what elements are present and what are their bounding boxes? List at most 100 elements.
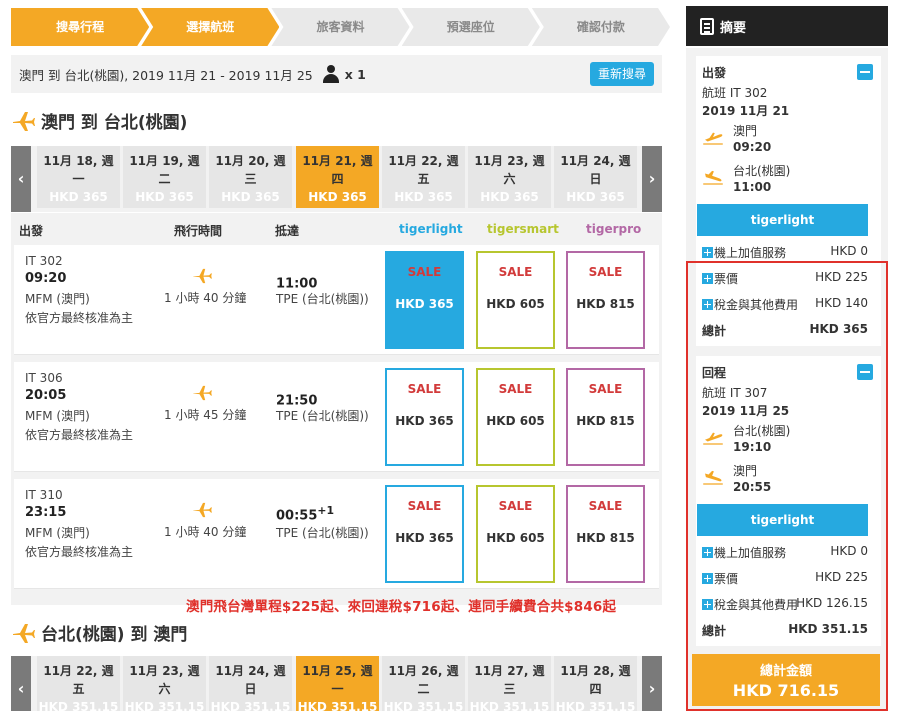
inbound-title: 台北(桃園) 到 澳門 [41,625,188,645]
date-cell[interactable]: 11月 23, 週六 HKD 365 [468,146,551,208]
step-seat-selection: 預選座位 [402,8,540,46]
depart-airport: MFM (澳門) [25,292,90,306]
flight-number: IT 302 [25,254,63,268]
flight-duration: 1 小時 45 分鐘 [164,408,247,422]
col-duration: 飛行時間 [174,224,223,238]
carousel-next-button[interactable]: › [642,146,662,212]
step-search[interactable]: 搜尋行程 [11,8,149,46]
plus-icon[interactable] [702,247,713,258]
arrive-time: 00:55+1 [276,504,334,524]
flight-row: IT 306 20:05 MFM (澳門) 依官方最終核准為主 1 小時 45 … [14,362,659,472]
approval-note: 依官方最終核准為主 [25,545,134,559]
passenger-icon [322,65,339,83]
step-payment: 確認付款 [532,8,670,46]
col-arrive: 抵達 [275,224,300,238]
depart-time: 09:20 [25,271,67,286]
fare-tigerpro[interactable]: SALE HKD 815 [566,251,645,349]
approval-note: 依官方最終核准為主 [25,311,134,325]
search-summary-bar: 澳門 到 台北(桃園), 2019 11月 21 - 2019 11月 25 x… [11,55,662,93]
date-cell[interactable]: 11月 24, 週日 HKD 351.15 [209,656,292,711]
date-cell[interactable]: 11月 28, 週四 HKD 351.15 [554,656,637,711]
collapse-depart-button[interactable] [857,64,873,80]
depart-label: 出發 [702,66,727,80]
plane-icon [193,502,212,518]
col-depart: 出發 [19,224,44,238]
flight-list: IT 302 09:20 MFM (澳門) 依官方最終核准為主 1 小時 40 … [11,243,662,605]
outbound-title: 澳門 到 台北(桃園) [41,113,188,133]
depart-fare-type: tigerlight [697,204,868,236]
fare-tigerpro[interactable]: SALE HKD 815 [566,368,645,466]
document-icon [700,17,714,35]
date-cell[interactable]: 11月 20, 週三 HKD 365 [209,146,292,208]
fare-tigersmart[interactable]: SALE HKD 605 [476,251,555,349]
promo-caption: 澳門飛台灣單程$225起、來回連稅$716起、連同手續費合共$846起 [186,599,617,615]
summary-header: 摘要 [686,6,888,46]
col-tigerlight: tigerlight [399,222,463,236]
depart-time: 23:15 [25,505,67,520]
inbound-heading: 台北(桃園) 到 澳門 [11,620,187,645]
depart-addon: 機上加值服務 [702,244,786,261]
search-route-text: 澳門 到 台北(桃園), 2019 11月 21 - 2019 11月 25 [19,67,313,83]
date-cell[interactable]: 11月 23, 週六 HKD 351.15 [123,656,206,711]
flight-duration: 1 小時 40 分鐘 [164,291,247,305]
plane-icon [13,111,35,131]
progress-steps: 搜尋行程 選擇航班 旅客資料 預選座位 確認付款 [11,8,662,46]
date-cell-selected[interactable]: 11月 21, 週四 HKD 365 [296,146,379,208]
fare-table-header: 出發 飛行時間 抵達 tigerlight tigersmart tigerpr… [11,213,662,243]
fare-tigersmart[interactable]: SALE HKD 605 [476,368,555,466]
date-cell[interactable]: 11月 18, 週一 HKD 365 [37,146,120,208]
arrive-time: 11:00 [276,276,318,292]
arrive-airport: TPE (台北(桃園)) [276,526,369,540]
flight-duration: 1 小時 40 分鐘 [164,525,247,539]
depart-date: 2019 11月 21 [702,104,790,118]
depart-flight-number: 航班 IT 302 [702,86,768,100]
carousel-prev-button[interactable]: ‹ [11,656,31,711]
col-tigersmart: tigersmart [487,222,559,236]
approval-note: 依官方最終核准為主 [25,428,134,442]
outbound-heading: 澳門 到 台北(桃園) [11,108,187,133]
passenger-count: x 1 [344,66,366,82]
carousel-prev-button[interactable]: ‹ [11,146,31,212]
fare-tigerlight[interactable]: SALE HKD 365 [385,485,464,583]
depart-airport: MFM (澳門) [25,526,90,540]
landing-icon [703,170,723,185]
date-cell-selected[interactable]: 11月 25, 週一 HKD 351.15 [296,656,379,711]
flight-row: IT 302 09:20 MFM (澳門) 依官方最終核准為主 1 小時 40 … [14,245,659,355]
depart-to: 台北(桃園) [733,164,791,178]
arrive-airport: TPE (台北(桃園)) [276,409,369,423]
step-passenger-info: 旅客資料 [271,8,409,46]
arrive-airport: TPE (台北(桃園)) [276,292,369,306]
fare-tigerlight-selected[interactable]: SALE HKD 365 [385,251,464,349]
date-cell[interactable]: 11月 26, 週二 HKD 351.15 [382,656,465,711]
depart-from-time: 09:20 [733,140,772,154]
date-cell[interactable]: 11月 22, 週五 HKD 351.15 [37,656,120,711]
depart-time: 20:05 [25,388,67,403]
fare-tigersmart[interactable]: SALE HKD 605 [476,485,555,583]
flight-number: IT 310 [25,488,63,502]
summary-title: 摘要 [720,20,747,36]
col-tigerpro: tigerpro [586,222,642,236]
date-cell[interactable]: 11月 22, 週五 HKD 365 [382,146,465,208]
fare-tigerlight[interactable]: SALE HKD 365 [385,368,464,466]
date-cell[interactable]: 11月 19, 週二 HKD 365 [123,146,206,208]
highlight-frame [686,261,888,711]
depart-airport: MFM (澳門) [25,409,90,423]
date-cell[interactable]: 11月 27, 週三 HKD 351.15 [468,656,551,711]
plane-icon [193,385,212,401]
plane-icon [13,623,35,643]
depart-to-time: 11:00 [733,180,772,194]
research-button[interactable]: 重新搜尋 [589,62,654,86]
plane-icon [193,268,212,284]
inbound-date-carousel: ‹ 11月 22, 週五 HKD 351.15 11月 23, 週六 HKD 351… [11,656,662,711]
step-select-flight[interactable]: 選擇航班 [141,8,279,46]
takeoff-icon [703,132,723,145]
carousel-next-button[interactable]: › [642,656,662,711]
flight-row: IT 310 23:15 MFM (澳門) 依官方最終核准為主 1 小時 40 … [14,479,659,589]
date-cell[interactable]: 11月 24, 週日 HKD 365 [554,146,637,208]
arrive-time: 21:50 [276,393,318,409]
flight-number: IT 306 [25,371,63,385]
outbound-date-carousel: ‹ 11月 18, 週一 HKD 365 11月 19, 週二 HKD 365 11… [11,146,662,212]
depart-from: 澳門 [733,124,758,138]
depart-addon-amount: HKD 0 [830,244,868,258]
fare-tigerpro[interactable]: SALE HKD 815 [566,485,645,583]
